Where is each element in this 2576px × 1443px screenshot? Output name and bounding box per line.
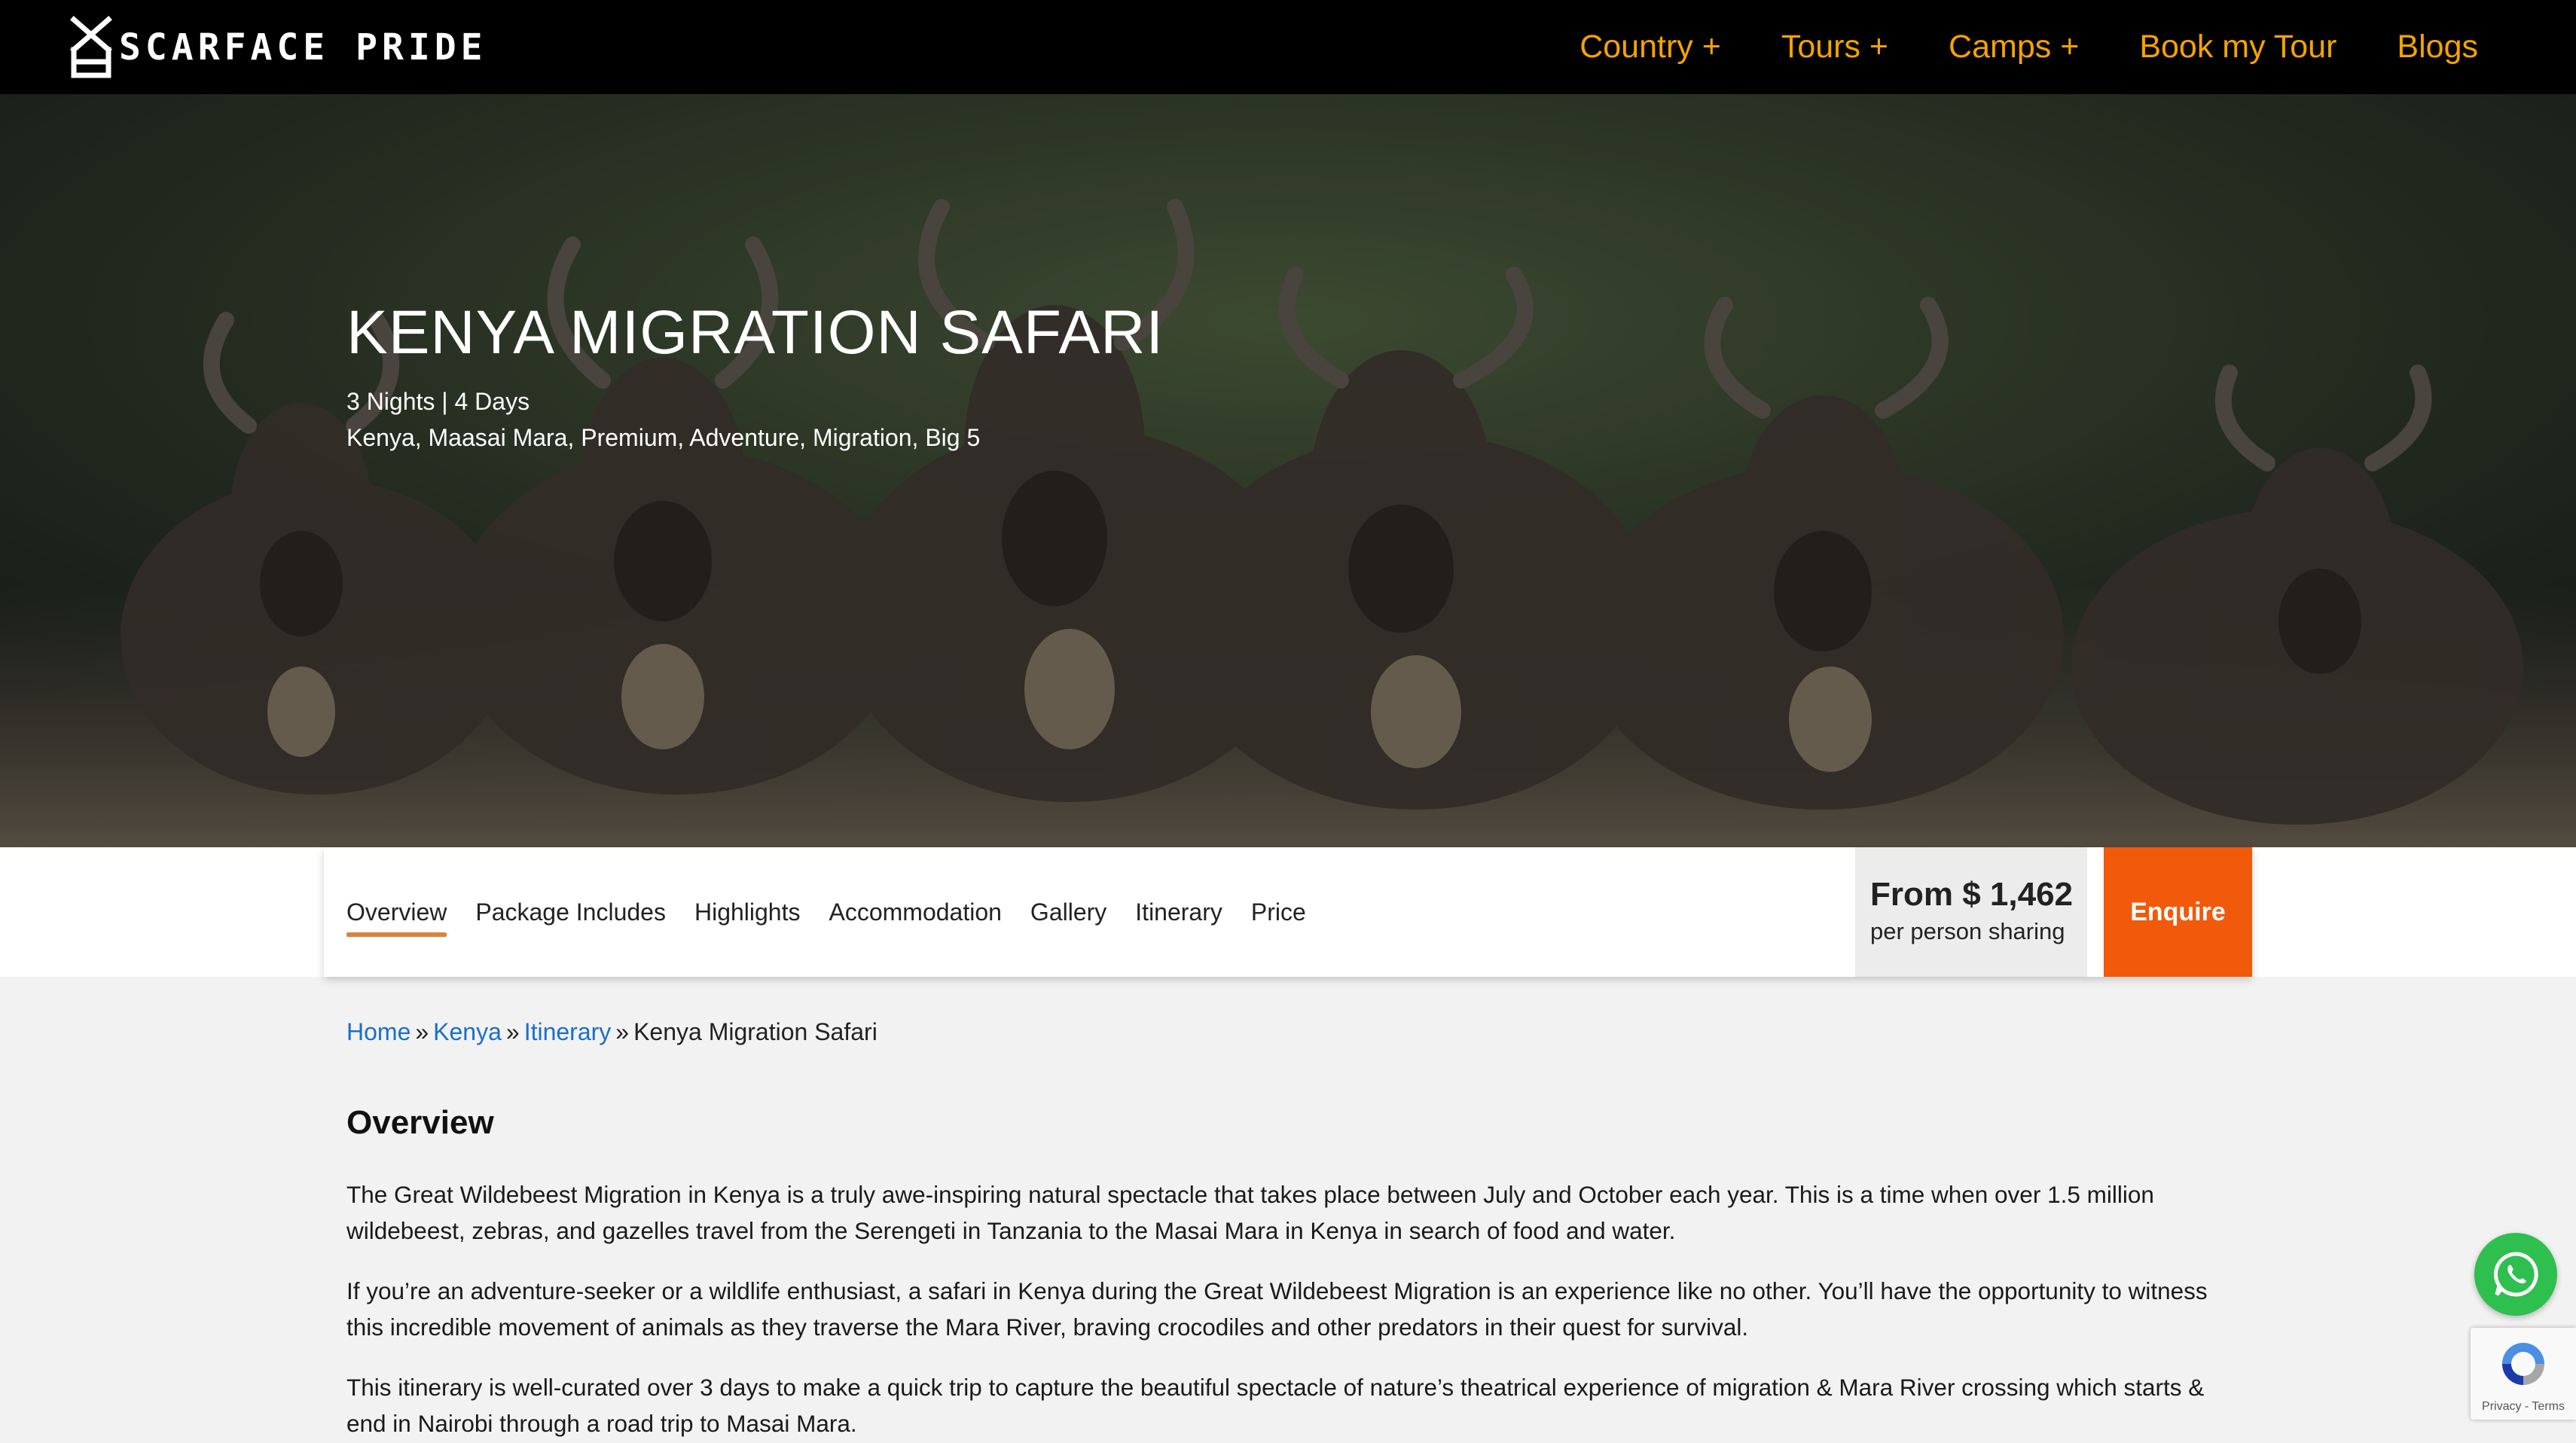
- overview-paragraph: The Great Wildebeest Migration in Kenya …: [346, 1181, 2154, 1244]
- brand-logo[interactable]: SCARFACE PRIDE: [69, 15, 487, 80]
- price-from: From $ 1,462: [1870, 876, 2074, 913]
- price-note: per person sharing: [1870, 918, 2065, 944]
- nav-tours[interactable]: Tours +: [1781, 29, 1888, 66]
- tab-itinerary[interactable]: Itinerary: [1135, 892, 1222, 932]
- brand-name: SCARFACE PRIDE: [119, 26, 487, 69]
- nav-camps[interactable]: Camps +: [1949, 29, 2079, 66]
- tab-package-includes[interactable]: Package Includes: [475, 892, 666, 932]
- nav-blogs[interactable]: Blogs: [2397, 29, 2478, 66]
- enquire-button[interactable]: Enquire: [2104, 847, 2252, 977]
- overview-paragraph: This itinerary is well-curated over 3 da…: [346, 1374, 2205, 1437]
- nav-book-my-tour[interactable]: Book my Tour: [2139, 29, 2336, 66]
- breadcrumb-home[interactable]: Home: [346, 1018, 411, 1045]
- breadcrumb-kenya[interactable]: Kenya: [433, 1018, 502, 1045]
- section-tabs-bar: Overview Package Includes Highlights Acc…: [324, 847, 2252, 977]
- nav-country[interactable]: Country +: [1579, 29, 1721, 66]
- breadcrumb-itinerary[interactable]: Itinerary: [524, 1018, 612, 1045]
- tab-gallery[interactable]: Gallery: [1030, 892, 1106, 932]
- whatsapp-icon: [2493, 1252, 2538, 1297]
- top-navigation-bar: SCARFACE PRIDE Country + Tours + Camps +…: [0, 0, 2576, 94]
- tab-highlights[interactable]: Highlights: [694, 892, 801, 932]
- tour-tags: Kenya, Maasai Mara, Premium, Adventure, …: [346, 424, 981, 451]
- section-tabs: Overview Package Includes Highlights Acc…: [346, 847, 1306, 977]
- tour-duration: 3 Nights | 4 Days: [346, 388, 530, 415]
- tab-overview[interactable]: Overview: [346, 892, 447, 937]
- tab-accommodation[interactable]: Accommodation: [829, 892, 1001, 932]
- breadcrumb-separator: »: [415, 1018, 429, 1045]
- hero-banner: [0, 94, 2576, 847]
- page-title: KENYA MIGRATION SAFARI: [346, 298, 1164, 367]
- breadcrumb: Home» Kenya» Itinerary» Kenya Migration Saf…: [346, 1018, 877, 1046]
- whatsapp-chat-button[interactable]: [2474, 1233, 2557, 1316]
- breadcrumb-separator: »: [615, 1018, 630, 1045]
- scarface-logo-icon: [70, 16, 112, 78]
- hero-dark-overlay: [0, 94, 2576, 847]
- recaptcha-badge[interactable]: Privacy - Terms: [2471, 1328, 2576, 1420]
- overview-heading: Overview: [346, 1104, 494, 1141]
- recaptcha-links[interactable]: Privacy - Terms: [2471, 1400, 2576, 1414]
- breadcrumb-separator: »: [505, 1018, 520, 1045]
- breadcrumb-current: Kenya Migration Safari: [633, 1018, 877, 1045]
- recaptcha-icon: [2502, 1343, 2544, 1385]
- main-nav: Country + Tours + Camps + Book my Tour B…: [1579, 0, 2478, 94]
- tab-price[interactable]: Price: [1251, 892, 1306, 932]
- overview-paragraph: If you’re an adventure-seeker or a wildl…: [346, 1277, 2208, 1341]
- price-box: From $ 1,462 per person sharing: [1855, 847, 2087, 977]
